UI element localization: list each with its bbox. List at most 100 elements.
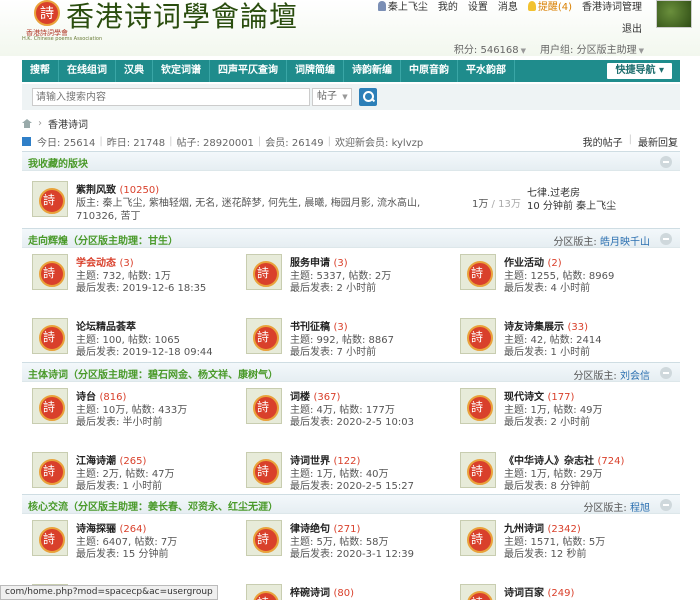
nav-item-search[interactable]: 搜帮 xyxy=(22,60,59,82)
search-input[interactable] xyxy=(32,88,310,106)
forum-logo-icon[interactable] xyxy=(460,452,496,488)
forum-logo-icon[interactable] xyxy=(246,452,282,488)
moderator-link[interactable]: 刘会信 xyxy=(620,371,650,382)
collapse-icon[interactable] xyxy=(660,156,672,168)
forum-logo-icon[interactable] xyxy=(32,181,68,217)
section-header: 核心交流（分区版主助理：姜长春、邓资永、红尘无涯） 分区版主: 程旭 xyxy=(22,494,680,514)
collapse-icon[interactable] xyxy=(660,233,672,245)
forum-logo-icon[interactable] xyxy=(460,388,496,424)
section-moderator: 分区版主: 皓月映千山 xyxy=(553,237,650,248)
search-button[interactable] xyxy=(359,88,377,106)
my-posts-link[interactable]: 我的帖子 xyxy=(583,134,623,149)
forum-logo-icon[interactable] xyxy=(246,584,282,600)
favorite-forum-row: 紫荆风致 (10250) 版主: 秦上飞尘, 紫柚轻烟, 无名, 迷花醉梦, 何… xyxy=(22,177,680,225)
nav-item-zhongyuan[interactable]: 中原音韵 xyxy=(401,60,458,82)
stat-posts: 帖子: 28920001 xyxy=(176,137,254,149)
forum-logo-icon[interactable] xyxy=(246,520,282,556)
collapse-icon[interactable] xyxy=(660,367,672,379)
chart-icon xyxy=(22,136,31,146)
forum-stat: 1万 / 13万 xyxy=(472,199,521,210)
avatar[interactable] xyxy=(656,0,692,28)
forum-last-post: 最后发表: 7 小时前 xyxy=(290,347,377,358)
forum-last-post: 七律.过老房 10 分钟前 秦上飞尘 xyxy=(527,187,616,213)
logo-seal-icon[interactable]: 詩 xyxy=(34,0,60,26)
quick-nav-button[interactable]: 快捷导航 ▾ xyxy=(607,63,672,79)
forum-stats: 今日: 25614 | 昨日: 21748 | 帖子: 28920001 | 会员: … xyxy=(22,134,680,149)
site-title[interactable]: 香港诗词學會論壇 xyxy=(66,0,298,34)
stat-yesterday: 昨日: 21748 xyxy=(106,137,166,149)
score-row: 积分: 546168 ▼ 用户组: 分区版主助理 ▼ xyxy=(454,41,644,56)
breadcrumb-current[interactable]: 香港诗词 xyxy=(48,116,88,131)
section-moderator: 分区版主: 程旭 xyxy=(583,503,650,514)
user-icon xyxy=(377,1,386,11)
section-header: 走向辉煌（分区版主助理：甘生） 分区版主: 皓月映千山 xyxy=(22,228,680,248)
forum-logo-icon[interactable] xyxy=(460,318,496,354)
forum-last-post: 最后发表: 2020-2-5 15:27 xyxy=(290,481,414,492)
section-title[interactable]: 主体诗词（分区版主助理：碧石网金、杨文祥、康树气） xyxy=(28,366,278,381)
section-title[interactable]: 我收藏的版块 xyxy=(28,155,88,170)
usergroup-link[interactable]: 用户组: 分区版主助理 ▼ xyxy=(540,41,644,56)
forum-logo-icon[interactable] xyxy=(460,520,496,556)
forum-logo-icon[interactable] xyxy=(246,254,282,290)
chevron-down-icon: ▾ xyxy=(658,65,664,76)
forum-logo-icon[interactable] xyxy=(32,452,68,488)
home-icon[interactable] xyxy=(22,119,32,128)
search-bar: 帖子 ▼ xyxy=(22,84,680,110)
forum-last-post: 最后发表: 8 分钟前 xyxy=(504,481,591,492)
menu-messages[interactable]: 消息 xyxy=(498,0,518,13)
section-moderator: 分区版主: 刘会信 xyxy=(573,371,650,382)
nav-item-online-words[interactable]: 在线组词 xyxy=(59,60,116,82)
latest-replies-link[interactable]: 最新回复 xyxy=(638,134,678,149)
logout-link[interactable]: 退出 xyxy=(622,20,642,35)
forum-last-post: 最后发表: 2 小时前 xyxy=(290,283,377,294)
forum-logo-icon[interactable] xyxy=(246,388,282,424)
moderator-link[interactable]: 皓月映千山 xyxy=(600,237,650,248)
favorites-header: 我收藏的版块 xyxy=(22,151,680,171)
site-header: 詩 香港詩詞學會 H.K. Chinese poems Association … xyxy=(0,0,700,56)
last-post-title[interactable]: 七律.过老房 xyxy=(527,187,616,200)
reminder-link[interactable]: 提醒(4) xyxy=(527,0,572,13)
menu-my[interactable]: 我的 xyxy=(438,0,458,13)
moderator-link[interactable]: 程旭 xyxy=(630,503,650,514)
forum-logo-icon[interactable] xyxy=(32,318,68,354)
nav-item-pingshui[interactable]: 平水韵部 xyxy=(458,60,515,82)
stat-members: 会员: 26149 xyxy=(265,137,324,149)
forum-last-post: 最后发表: 12 秒前 xyxy=(504,549,587,560)
forum-logo-icon[interactable] xyxy=(32,520,68,556)
forum-last-post: 最后发表: 2020-3-1 12:39 xyxy=(290,549,414,560)
nav-item-cipai[interactable]: 词牌简编 xyxy=(287,60,344,82)
username-link[interactable]: 秦上飞尘 xyxy=(377,0,428,13)
section-header: 主体诗词（分区版主助理：碧石网金、杨文祥、康树气） 分区版主: 刘会信 xyxy=(22,362,680,382)
menu-settings[interactable]: 设置 xyxy=(468,0,488,13)
admin-link[interactable]: 香港诗词管理 xyxy=(582,0,642,13)
search-type-select[interactable]: 帖子 ▼ xyxy=(312,88,352,106)
forum-last-post: 最后发表: 2019-12-18 09:44 xyxy=(76,347,213,358)
score-link[interactable]: 积分: 546168 ▼ xyxy=(454,41,526,56)
forum-last-post: 最后发表: 15 分钟前 xyxy=(76,549,169,560)
collapse-icon[interactable] xyxy=(660,499,672,511)
forum-moderators-cont: 710326, 苦丁 xyxy=(76,211,141,222)
status-url: com/home.php?mod=spacecp&ac=usergroup xyxy=(0,585,218,600)
section-title[interactable]: 走向辉煌（分区版主助理：甘生） xyxy=(28,232,178,247)
nav-item-shiyun[interactable]: 诗韵新编 xyxy=(344,60,401,82)
nav-item-handian[interactable]: 汉典 xyxy=(116,60,153,82)
nav-item-tone-query[interactable]: 四声平仄查询 xyxy=(210,60,287,82)
forum-last-post: 最后发表: 2 小时前 xyxy=(504,417,591,428)
forum-logo-icon[interactable] xyxy=(32,254,68,290)
breadcrumb: › 香港诗词 xyxy=(22,116,88,131)
stat-today: 今日: 25614 xyxy=(37,137,96,149)
forum-logo-icon[interactable] xyxy=(460,254,496,290)
forum-logo-icon[interactable] xyxy=(246,318,282,354)
main-nav: 搜帮 在线组词 汉典 钦定词谱 四声平仄查询 词牌简编 诗韵新编 中原音韵 平水… xyxy=(22,60,680,82)
chevron-down-icon: ▼ xyxy=(520,47,527,55)
forum-last-post: 最后发表: 2020-2-5 10:03 xyxy=(290,417,414,428)
forum-last-post: 最后发表: 半小时前 xyxy=(76,417,163,428)
section-title[interactable]: 核心交流（分区版主助理：姜长春、邓资永、红尘无涯） xyxy=(28,498,278,513)
forum-last-post: 最后发表: 4 小时前 xyxy=(504,283,591,294)
forum-logo-icon[interactable] xyxy=(460,584,496,600)
forum-logo-icon[interactable] xyxy=(32,388,68,424)
bulb-icon xyxy=(527,1,536,11)
chevron-down-icon: ▼ xyxy=(638,47,644,55)
nav-item-cipu[interactable]: 钦定词谱 xyxy=(153,60,210,82)
stat-welcome: 欢迎新会员: kylvzp xyxy=(335,137,424,149)
